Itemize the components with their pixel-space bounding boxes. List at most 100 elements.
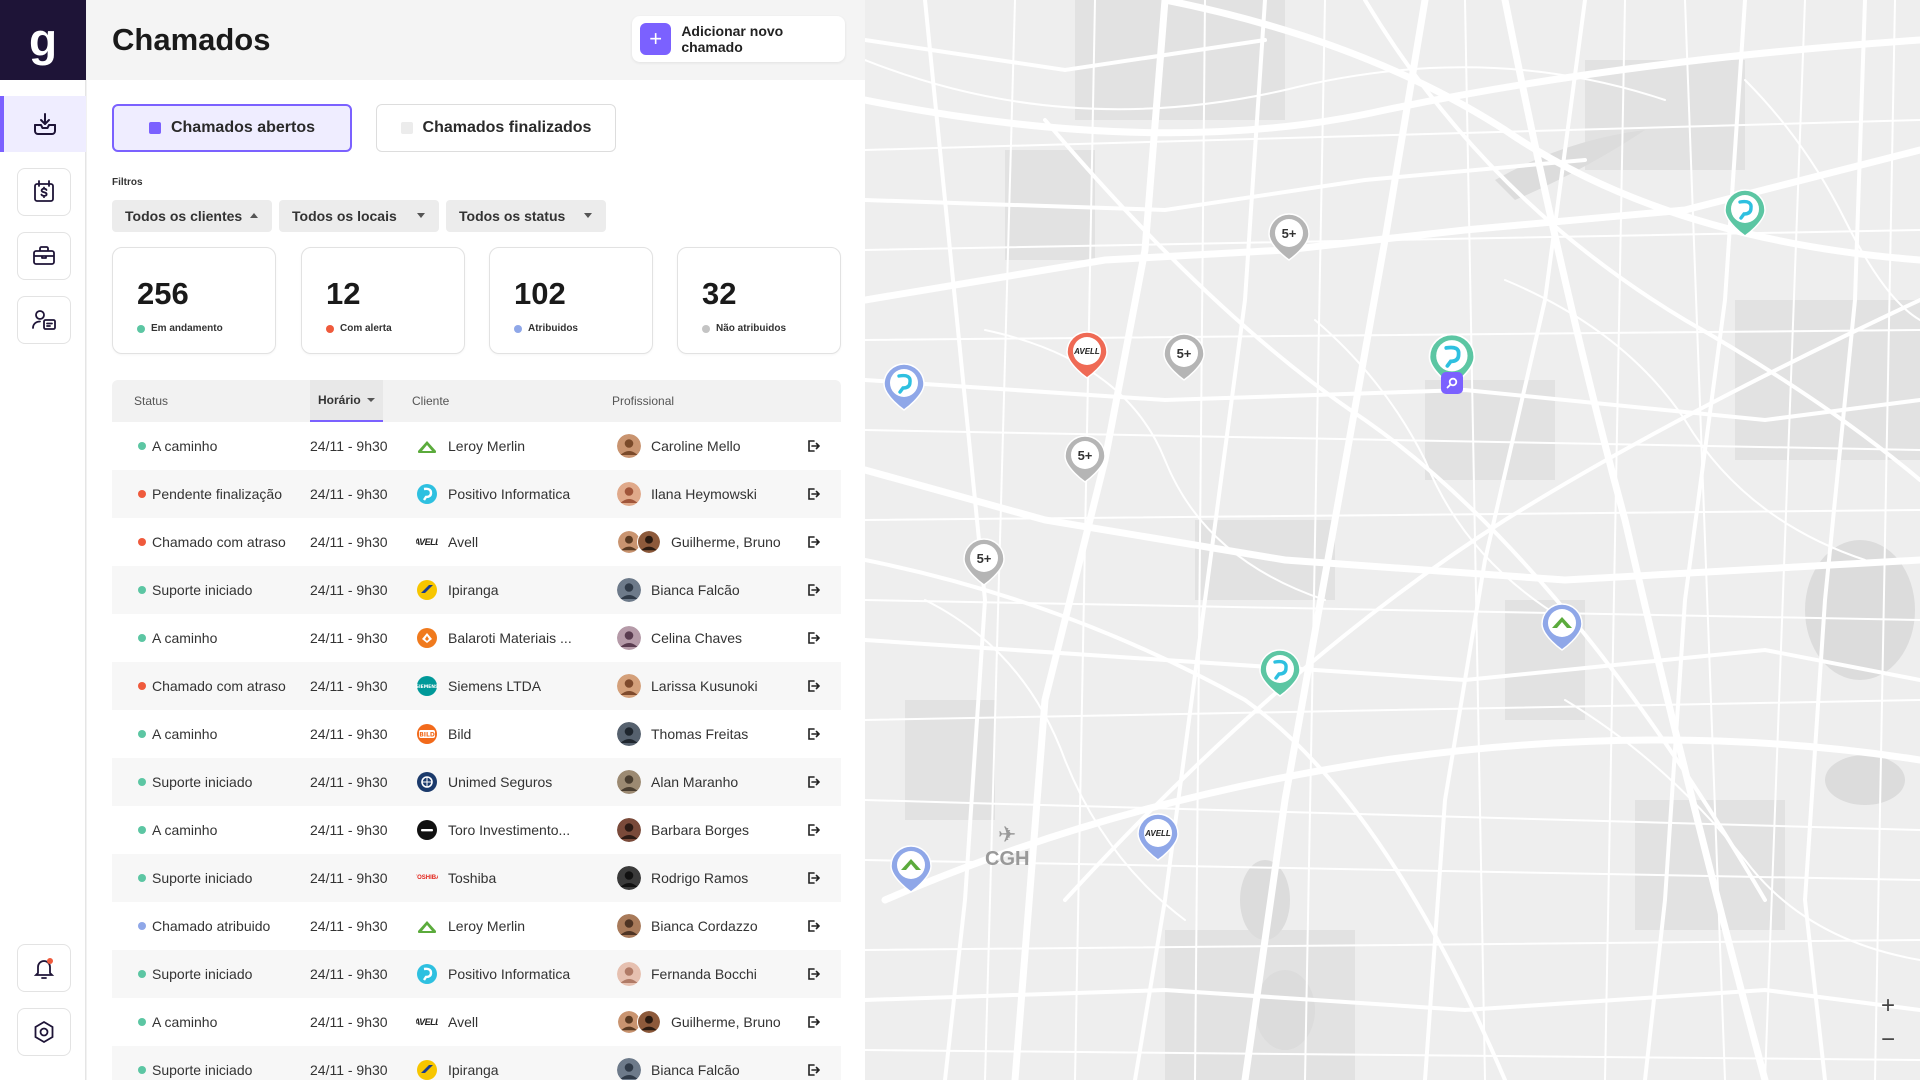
app-logo[interactable]: g [0, 0, 86, 80]
open-ticket-button[interactable] [806, 422, 820, 470]
row-time: 24/11 - 9h30 [310, 630, 388, 646]
tab-closed-tickets[interactable]: Chamados finalizados [376, 104, 616, 152]
avatar [617, 434, 651, 458]
status-dot-icon [138, 730, 146, 738]
avatar-group [617, 1010, 661, 1034]
open-ticket-button[interactable] [806, 854, 820, 902]
add-ticket-button[interactable]: + Adicionar novo chamado [632, 16, 845, 62]
cluster-pin[interactable]: 5+ [960, 535, 1008, 594]
row-client: AVELL Avell [416, 518, 478, 566]
open-ticket-button[interactable] [806, 902, 820, 950]
table-row[interactable]: A caminho 24/11 - 9h30 BILD Bild Thomas Frei… [112, 710, 841, 758]
open-ticket-button[interactable] [806, 758, 820, 806]
open-ticket-button[interactable] [806, 518, 820, 566]
active-pin-positivo[interactable] [1425, 330, 1479, 395]
status-dot-icon [138, 874, 146, 882]
active-pin-positivo[interactable] [1721, 186, 1769, 245]
table-row[interactable]: Suporte iniciado 24/11 - 9h30 Ipiranga Bian… [112, 566, 841, 614]
client-logo-icon: AVELL [416, 537, 438, 547]
assigned-pin-avell[interactable]: AVELL [1134, 810, 1182, 869]
open-ticket-button[interactable] [806, 662, 820, 710]
status-text: Chamado com atraso [152, 534, 286, 550]
status-dot-icon [138, 778, 146, 786]
table-row[interactable]: Chamado com atraso 24/11 - 9h30 SIEMENS Sie… [112, 662, 841, 710]
column-professional[interactable]: Profissional [612, 380, 674, 422]
stat-alert[interactable]: 12 Com alerta [301, 247, 465, 354]
open-ticket-button[interactable] [806, 470, 820, 518]
table-row[interactable]: A caminho 24/11 - 9h30 AVELL Avell Guilherme… [112, 998, 841, 1046]
open-ticket-button[interactable] [806, 998, 820, 1046]
filter-statuses[interactable]: Todos os status [446, 200, 606, 232]
status-text: Chamado com atraso [152, 678, 286, 694]
assigned-pin-positivo[interactable] [880, 360, 928, 419]
filter-locations[interactable]: Todos os locais [279, 200, 439, 232]
status-text: A caminho [152, 726, 218, 742]
table-row[interactable]: Pendente finalização 24/11 - 9h30 Positivo… [112, 470, 841, 518]
table-row[interactable]: A caminho 24/11 - 9h30 Toro Investimento..… [112, 806, 841, 854]
open-ticket-button[interactable] [806, 710, 820, 758]
tab-open-tickets[interactable]: Chamados abertos [112, 104, 352, 152]
column-status[interactable]: Status [134, 380, 168, 422]
stat-caption: Atribuidos [514, 323, 578, 334]
open-ticket-button[interactable] [806, 806, 820, 854]
table-row[interactable]: A caminho 24/11 - 9h30 Leroy Merlin Carolin… [112, 422, 841, 470]
row-status: Suporte iniciado [138, 854, 252, 902]
table-body: A caminho 24/11 - 9h30 Leroy Merlin Carolin… [112, 422, 841, 1080]
open-ticket-button[interactable] [806, 566, 820, 614]
zoom-out-button[interactable]: − [1868, 1024, 1908, 1056]
map-view[interactable]: 5+ 5+ 5+ 5+ AVELL AVELL ✈ CGH + − [865, 0, 1920, 1080]
row-professional: Alan Maranho [617, 758, 738, 806]
stat-in-progress[interactable]: 256 Em andamento [112, 247, 276, 354]
column-time-sorted[interactable]: Horário [310, 380, 383, 422]
table-row[interactable]: Chamado com atraso 24/11 - 9h30 AVELL Avell… [112, 518, 841, 566]
client-logo-icon: SIEMENS [416, 675, 438, 697]
filter-locations-value: Todos os locais [292, 208, 397, 224]
nav-tickets[interactable] [0, 96, 86, 152]
zoom-in-button[interactable]: + [1868, 990, 1908, 1022]
stat-assigned[interactable]: 102 Atribuidos [489, 247, 653, 354]
logo-letter: g [28, 14, 58, 66]
search-icon[interactable] [1441, 372, 1463, 394]
assigned-pin-leroy[interactable] [887, 842, 935, 901]
stat-unassigned[interactable]: 32 Não atribuidos [677, 247, 841, 354]
open-ticket-button[interactable] [806, 614, 820, 662]
cluster-pin[interactable]: 5+ [1061, 432, 1109, 491]
nav-jobs[interactable] [17, 232, 71, 280]
column-client[interactable]: Cliente [412, 380, 449, 422]
row-time: 24/11 - 9h30 [310, 534, 388, 550]
status-dot-icon [138, 970, 146, 978]
assigned-pin-leroy[interactable] [1538, 600, 1586, 659]
open-ticket-button[interactable] [806, 1046, 820, 1080]
table-row[interactable]: Suporte iniciado 24/11 - 9h30 Positivo Inf… [112, 950, 841, 998]
nav-professionals[interactable] [17, 296, 71, 344]
nav-settings[interactable] [17, 1008, 71, 1056]
cluster-pin[interactable]: 5+ [1160, 330, 1208, 389]
status-dot-icon [138, 1066, 146, 1074]
row-time: 24/11 - 9h30 [310, 678, 388, 694]
status-dot-icon [702, 324, 710, 333]
table-row[interactable]: A caminho 24/11 - 9h30 Balaroti Materiais … [112, 614, 841, 662]
cluster-pin[interactable]: 5+ [1265, 210, 1313, 269]
caret-up-icon [250, 213, 258, 218]
table-row[interactable]: Suporte iniciado 24/11 - 9h30 Ipiranga Bian… [112, 1046, 841, 1080]
row-status: A caminho [138, 422, 217, 470]
active-pin-positivo[interactable] [1256, 646, 1304, 705]
svg-text:AVELL: AVELL [1144, 829, 1171, 838]
open-ticket-button[interactable] [806, 950, 820, 998]
client-logo-icon [416, 435, 438, 457]
row-time: 24/11 - 9h30 [310, 582, 388, 598]
stat-value: 32 [702, 276, 737, 311]
row-professional: Rodrigo Ramos [617, 854, 748, 902]
table-row[interactable]: Suporte iniciado 24/11 - 9h30 Unimed Segur… [112, 758, 841, 806]
filters-label: Filtros [112, 177, 143, 188]
table-row[interactable]: Chamado atribuido 24/11 - 9h30 Leroy Merli… [112, 902, 841, 950]
nav-notifications[interactable] [17, 944, 71, 992]
filter-clients[interactable]: Todos os clientes [112, 200, 272, 232]
nav-billing[interactable] [17, 168, 71, 216]
alert-pin-avell[interactable]: AVELL [1063, 328, 1111, 387]
open-external-icon [808, 728, 820, 740]
open-external-icon [808, 536, 820, 548]
professional-name: Bianca Falcão [651, 582, 740, 598]
table-row[interactable]: Suporte iniciado 24/11 - 9h30 TOSHIBA Toshi… [112, 854, 841, 902]
airport-code: CGH [985, 848, 1030, 870]
